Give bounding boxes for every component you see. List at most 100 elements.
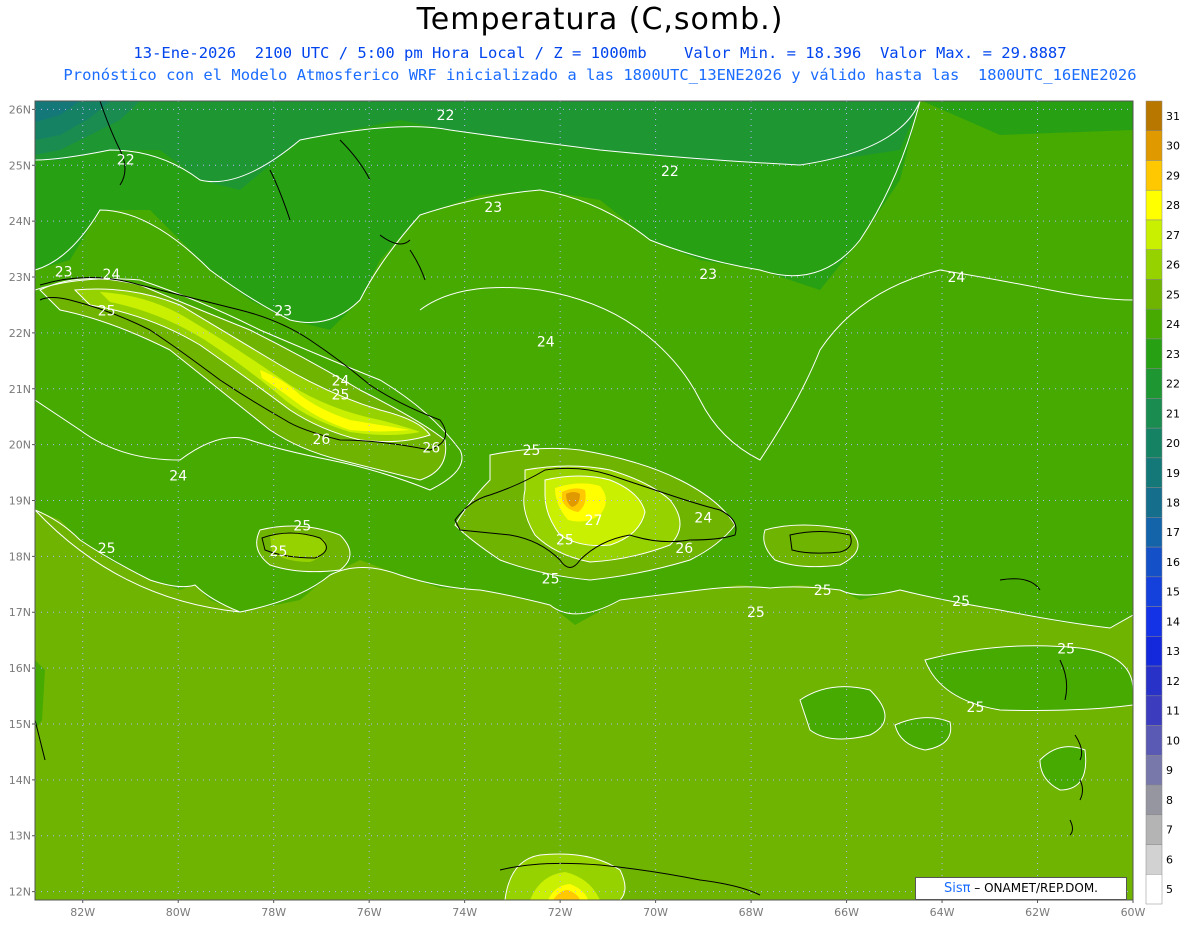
colorbar-swatch xyxy=(1145,219,1163,250)
colorbar-label: 9 xyxy=(1166,764,1173,777)
lon-tick-label: 60W xyxy=(1121,906,1146,919)
lon-tick-label: 62W xyxy=(1025,906,1050,919)
colorbar-label: 30 xyxy=(1166,140,1180,153)
field-pr-25 xyxy=(763,525,858,567)
lat-tick-label: 20N xyxy=(9,439,31,452)
contour-label: 27 xyxy=(585,513,603,529)
contour-label: 25 xyxy=(952,594,970,610)
colorbar-swatch xyxy=(1145,665,1163,697)
lat-tick-label: 25N xyxy=(9,159,31,172)
credit-org: – ONAMET/REP.DOM. xyxy=(974,881,1098,895)
lon-tick-label: 70W xyxy=(643,906,668,919)
lon-tick-label: 82W xyxy=(70,906,95,919)
temperature-map: 22 22 22 23 23 24 23 24 25 23 24 24 25 26 26 25 24 27 25 24… xyxy=(9,100,1180,919)
colorbar-swatch xyxy=(1145,576,1163,607)
colorbar-swatch xyxy=(1145,517,1163,548)
colorbar-label: 5 xyxy=(1166,883,1173,896)
contour-label: 23 xyxy=(55,264,73,280)
colorbar-swatch xyxy=(1145,368,1163,399)
lat-tick-label: 12N xyxy=(9,886,31,899)
contour-label: 24 xyxy=(947,270,965,286)
latitude-axis: 26N 25N 24N 23N 22N 21N 20N 19N 18N 17N 16N 15N 14N 1… xyxy=(9,103,35,899)
lat-tick-label: 17N xyxy=(9,606,31,619)
colorbar-label: 16 xyxy=(1166,556,1180,569)
field-24-patch xyxy=(800,686,885,739)
colorbar-label: 26 xyxy=(1166,259,1180,272)
colorbar-label: 20 xyxy=(1166,437,1180,450)
lat-tick-label: 15N xyxy=(9,718,31,731)
colorbar-label: 18 xyxy=(1166,497,1180,510)
colorbar-swatch xyxy=(1145,725,1163,756)
colorbar-label: 14 xyxy=(1166,615,1180,628)
colorbar-swatch xyxy=(1145,189,1163,221)
colorbar-swatch xyxy=(1145,160,1163,191)
colorbar-swatch xyxy=(1145,487,1163,518)
colorbar-swatch xyxy=(1145,755,1163,786)
sispi-logo: Sisπ xyxy=(943,881,971,896)
contour-label: 22 xyxy=(437,108,455,124)
contour-label: 25 xyxy=(967,700,985,716)
contour-label: 25 xyxy=(98,304,116,320)
contour-label: 25 xyxy=(814,583,832,599)
lon-tick-label: 66W xyxy=(834,906,859,919)
lat-tick-label: 18N xyxy=(9,550,31,563)
contour-label: 24 xyxy=(169,468,187,484)
contour-label: 25 xyxy=(98,541,116,557)
colorbar-swatch xyxy=(1145,814,1163,845)
colorbar-label: 17 xyxy=(1166,526,1180,539)
colorbar-swatch xyxy=(1145,427,1163,459)
colorbar-label: 31 xyxy=(1166,110,1180,123)
colorbar-label: 23 xyxy=(1166,348,1180,361)
lon-tick-label: 80W xyxy=(166,906,191,919)
colorbar-legend: 31 30 29 28 27 26 25 24 23 22 21 20 19 18 17 16 15 14 13 12… xyxy=(1145,100,1180,905)
lon-tick-label: 72W xyxy=(548,906,573,919)
colorbar-label: 25 xyxy=(1166,288,1180,301)
colorbar-label: 7 xyxy=(1166,824,1173,837)
lat-tick-label: 22N xyxy=(9,327,31,340)
lat-tick-label: 14N xyxy=(9,774,31,787)
colorbar-label: 10 xyxy=(1166,734,1180,747)
colorbar-label: 8 xyxy=(1166,794,1173,807)
contour-label: 25 xyxy=(747,605,765,621)
lon-tick-label: 64W xyxy=(930,906,955,919)
colorbar-swatch xyxy=(1145,308,1163,340)
colorbar-swatch xyxy=(1145,249,1163,280)
colorbar-swatch xyxy=(1145,844,1163,875)
colorbar-swatch xyxy=(1145,100,1163,131)
credit-box: Sisπ – ONAMET/REP.DOM. xyxy=(915,877,1127,900)
map-field: 2222222323 24 23 2425 232424252626 2524272524… xyxy=(35,101,1133,900)
contour-label: 26 xyxy=(422,440,440,456)
contour-label: 22 xyxy=(117,153,135,169)
longitude-axis: 82W 80W 78W 76W 74W 72W 70W 68W 66W 64W 62W 60W xyxy=(70,900,1146,919)
contour-label: 26 xyxy=(675,541,693,557)
colorbar-label: 11 xyxy=(1166,705,1180,718)
contour-label: 24 xyxy=(537,334,555,350)
lon-tick-label: 76W xyxy=(357,906,382,919)
contour-label: 25 xyxy=(542,572,560,588)
contour-label: 25 xyxy=(332,387,350,403)
contour-label: 23 xyxy=(274,304,292,320)
lat-tick-label: 19N xyxy=(9,495,31,508)
colorbar-swatch xyxy=(1145,130,1163,161)
colorbar-label: 13 xyxy=(1166,645,1180,658)
colorbar-swatch xyxy=(1145,279,1163,310)
lat-tick-label: 26N xyxy=(9,103,31,116)
colorbar-swatch xyxy=(1145,874,1163,905)
colorbar-swatch xyxy=(1145,546,1163,578)
colorbar-label: 19 xyxy=(1166,467,1180,480)
contour-label: 24 xyxy=(694,510,712,526)
colorbar-label: 22 xyxy=(1166,378,1180,391)
colorbar-swatch xyxy=(1145,338,1163,369)
colorbar-label: 21 xyxy=(1166,407,1180,420)
colorbar-swatch xyxy=(1145,695,1163,726)
lat-tick-label: 13N xyxy=(9,830,31,843)
lat-tick-label: 23N xyxy=(9,271,31,284)
colorbar-swatch xyxy=(1145,636,1163,667)
colorbar-label: 12 xyxy=(1166,675,1180,688)
contour-label: 25 xyxy=(556,533,574,549)
lat-tick-label: 21N xyxy=(9,383,31,396)
lon-tick-label: 78W xyxy=(261,906,286,919)
colorbar-label: 27 xyxy=(1166,229,1180,242)
contour-label: 23 xyxy=(484,200,502,216)
contour-label: 25 xyxy=(270,544,288,560)
